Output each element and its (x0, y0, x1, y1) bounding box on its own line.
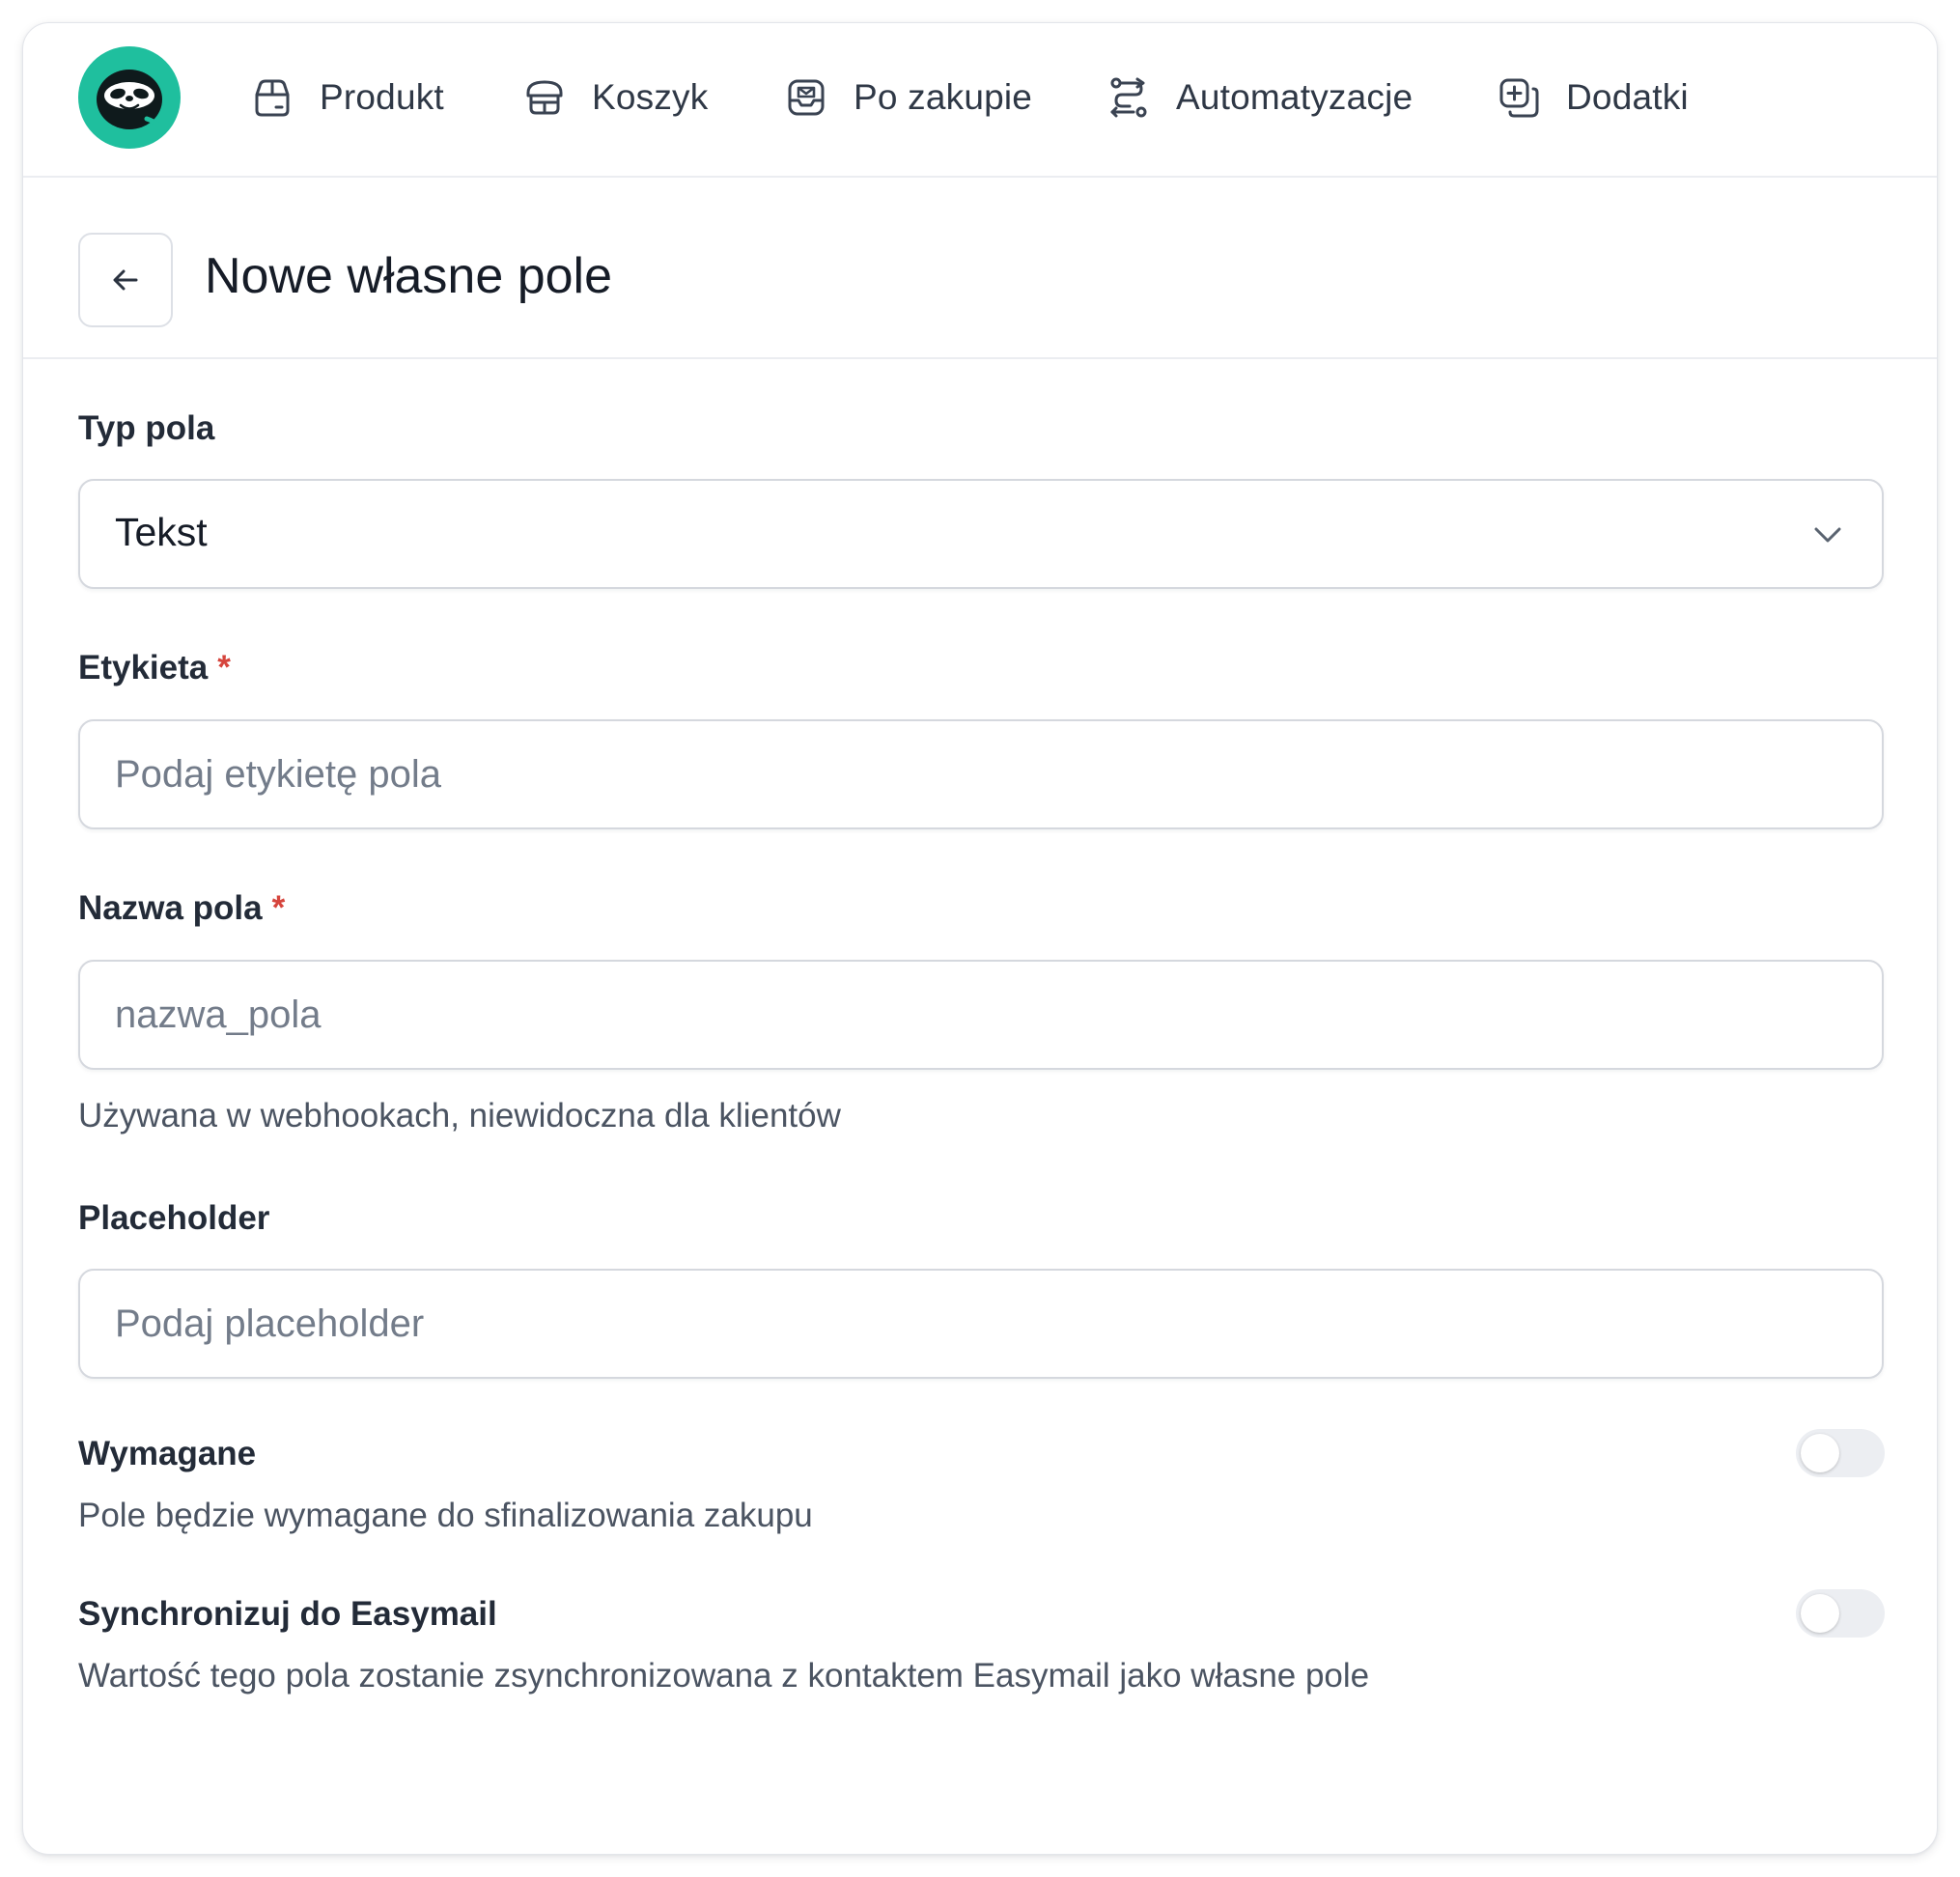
page-title: Nowe własne pole (205, 248, 613, 304)
route-automation-icon (1110, 77, 1147, 118)
chevron-down-icon (1814, 527, 1841, 543)
required-asterisk: * (217, 649, 231, 686)
nav-item-dodatki[interactable]: Dodatki (1495, 69, 1689, 126)
nav-item-po-zakupie[interactable]: Po zakupie (782, 69, 1032, 126)
field-type-label: Typ pola (78, 409, 214, 448)
name-field-label: Nazwa pola * (78, 889, 285, 928)
inbox-mail-icon (788, 79, 825, 116)
placeholder-input-wrapper (78, 1269, 1884, 1379)
name-field-label-text: Nazwa pola (78, 889, 263, 927)
add-copy-icon (1499, 78, 1539, 118)
field-type-select-value: Tekst (115, 510, 208, 554)
label-field-label: Etykieta * (78, 649, 231, 687)
sync-easymail-toggle[interactable] (1796, 1589, 1885, 1638)
placeholder-input[interactable] (80, 1271, 1882, 1377)
label-input[interactable] (80, 721, 1882, 827)
required-toggle-description: Pole będzie wymagane do sfinalizowania z… (78, 1497, 813, 1534)
cart-icon (526, 80, 563, 115)
toggle-knob (1801, 1594, 1839, 1633)
field-type-select[interactable]: Tekst (78, 479, 1884, 589)
nav-item-produkt[interactable]: Produkt (248, 69, 444, 126)
product-box-icon (255, 79, 290, 117)
nav-label: Produkt (320, 77, 444, 117)
nav-label: Automatyzacje (1176, 77, 1414, 117)
required-toggle-label: Wymagane (78, 1435, 257, 1472)
placeholder-field-label-text: Placeholder (78, 1199, 270, 1237)
page-header: Nowe własne pole (23, 178, 1937, 359)
back-button[interactable] (78, 233, 173, 327)
required-asterisk: * (271, 889, 286, 927)
name-field-help-text: Używana w webhookach, niewidoczna dla kl… (78, 1097, 841, 1135)
nav-item-koszyk[interactable]: Koszyk (520, 69, 708, 126)
nav-label: Po zakupie (854, 77, 1033, 117)
field-type-label-text: Typ pola (78, 409, 215, 447)
top-navigation: Produkt Koszyk Po zakupie Automatyzacje … (23, 23, 1937, 178)
nav-label: Koszyk (592, 77, 709, 117)
toggle-knob (1801, 1434, 1839, 1472)
label-input-wrapper (78, 719, 1884, 829)
nav-label: Dodatki (1566, 77, 1689, 117)
arrow-left-icon (113, 269, 138, 291)
name-input-wrapper (78, 960, 1884, 1070)
sync-easymail-toggle-label: Synchronizuj do Easymail (78, 1595, 497, 1633)
custom-field-card: Produkt Koszyk Po zakupie Automatyzacje … (22, 22, 1938, 1855)
placeholder-field-label: Placeholder (78, 1199, 269, 1238)
required-toggle[interactable] (1796, 1429, 1885, 1477)
nav-item-automatyzacje[interactable]: Automatyzacje (1105, 69, 1413, 126)
name-input[interactable] (80, 962, 1882, 1068)
sync-easymail-toggle-description: Wartość tego pola zostanie zsynchronizow… (78, 1657, 1370, 1695)
sloth-logo-icon[interactable] (78, 46, 181, 149)
label-field-label-text: Etykieta (78, 649, 209, 686)
